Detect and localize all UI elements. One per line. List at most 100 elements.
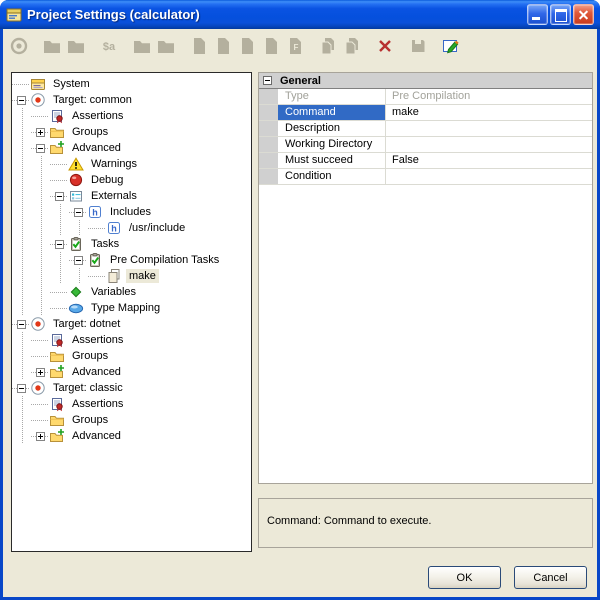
property-value[interactable]: False <box>386 153 592 168</box>
tree-guide <box>12 268 31 284</box>
expander-plus-icon[interactable] <box>36 368 45 377</box>
svg-text:h: h <box>111 224 117 234</box>
cancel-button[interactable]: Cancel <box>514 566 587 589</box>
paste-icon <box>342 36 362 59</box>
assertions-icon <box>49 332 65 348</box>
tree-item-target-classic[interactable]: Target: classic <box>12 380 251 396</box>
property-row-must-succeed[interactable]: Must succeedFalse <box>259 153 592 169</box>
new-subgroup-button <box>64 35 88 59</box>
collapse-category-icon[interactable] <box>263 76 272 85</box>
tree-item-label: Advanced <box>69 429 124 443</box>
tree-item-target-common[interactable]: Target: common <box>12 92 251 108</box>
tree-item-target-dotnet[interactable]: Target: dotnet <box>12 316 251 332</box>
category-row-general[interactable]: General <box>259 73 592 89</box>
property-value[interactable]: Pre Compilation <box>386 89 592 104</box>
close-button[interactable] <box>573 4 594 25</box>
tree-item-debug[interactable]: Debug <box>12 172 251 188</box>
tree-item-groups[interactable]: Groups <box>12 348 251 364</box>
row-margin <box>259 121 278 136</box>
tree-item-advanced[interactable]: Advanced <box>12 428 251 444</box>
tree-item-type-mapping[interactable]: Type Mapping <box>12 300 251 316</box>
tree-guide <box>31 236 50 252</box>
edit-button[interactable] <box>439 35 463 59</box>
system-icon <box>30 76 46 92</box>
tree-item-assertions[interactable]: Assertions <box>12 332 251 348</box>
property-row-condition[interactable]: Condition <box>259 169 592 185</box>
tree-item-groups[interactable]: Groups <box>12 124 251 140</box>
property-row-command[interactable]: Commandmake <box>259 105 592 121</box>
property-row-type[interactable]: TypePre Compilation <box>259 89 592 105</box>
tree-item-make[interactable]: make <box>12 268 251 284</box>
row-margin <box>259 137 278 152</box>
tree-item-externals[interactable]: Externals <box>12 188 251 204</box>
minimize-button[interactable] <box>527 4 548 25</box>
assertions-icon <box>49 396 65 412</box>
expander-minus-icon[interactable] <box>17 384 26 393</box>
tree-connector <box>31 332 49 348</box>
expander-plus-icon[interactable] <box>36 432 45 441</box>
property-row-description[interactable]: Description <box>259 121 592 137</box>
tree-item-label: Pre Compilation Tasks <box>107 253 222 267</box>
tree-connector <box>50 236 68 252</box>
tree-item-includes[interactable]: hIncludes <box>12 204 251 220</box>
expander-minus-icon[interactable] <box>74 208 83 217</box>
tree-connector <box>31 428 49 444</box>
folder-icon <box>49 348 65 364</box>
property-value[interactable] <box>386 169 592 184</box>
tree-item-variables[interactable]: Variables <box>12 284 251 300</box>
tree-item-label: Tasks <box>88 237 122 251</box>
tree-item-pre-compilation-tasks[interactable]: Pre Compilation Tasks <box>12 252 251 268</box>
tree-item-label: Groups <box>69 413 111 427</box>
row-margin <box>259 105 278 120</box>
tree-item-system[interactable]: System <box>12 76 251 92</box>
tree-item-groups[interactable]: Groups <box>12 412 251 428</box>
new-group-button <box>40 35 64 59</box>
expander-minus-icon[interactable] <box>17 96 26 105</box>
tree-item-usr-include[interactable]: h/usr/include <box>12 220 251 236</box>
tree-guide <box>12 412 31 428</box>
titlebar: Project Settings (calculator) <box>0 0 600 29</box>
expander-minus-icon[interactable] <box>17 320 26 329</box>
tree-connector <box>88 220 106 236</box>
expander-plus-icon[interactable] <box>36 128 45 137</box>
tree-item-warnings[interactable]: Warnings <box>12 156 251 172</box>
tree-item-label: Type Mapping <box>88 301 163 315</box>
property-row-working-directory[interactable]: Working Directory <box>259 137 592 153</box>
property-value[interactable] <box>386 121 592 136</box>
tree-connector <box>31 348 49 364</box>
tree-connector <box>50 188 68 204</box>
delete-button[interactable] <box>373 35 397 59</box>
ok-button[interactable]: OK <box>428 566 501 589</box>
tree-item-label: System <box>50 77 93 91</box>
tree-guide <box>69 220 88 236</box>
tree-item-label: Variables <box>88 285 139 299</box>
tree-item-label: Assertions <box>69 333 126 347</box>
property-value[interactable] <box>386 137 592 152</box>
tree-connector <box>31 364 49 380</box>
tree-item-label: Advanced <box>69 365 124 379</box>
hfile-icon: h <box>87 204 103 220</box>
new-group-icon <box>42 36 62 59</box>
tree-connector <box>31 124 49 140</box>
tree-item-label: make <box>126 269 159 283</box>
tree-item-assertions[interactable]: Assertions <box>12 108 251 124</box>
tree-guide <box>12 140 31 156</box>
expander-minus-icon[interactable] <box>55 240 64 249</box>
tree-item-advanced[interactable]: Advanced <box>12 364 251 380</box>
tree-item-tasks[interactable]: Tasks <box>12 236 251 252</box>
expander-minus-icon[interactable] <box>55 192 64 201</box>
maximize-button[interactable] <box>550 4 571 25</box>
folderplus-icon <box>49 140 65 156</box>
tree-item-advanced[interactable]: Advanced <box>12 140 251 156</box>
new-subgroup-icon <box>66 36 86 59</box>
tree-item-assertions[interactable]: Assertions <box>12 396 251 412</box>
tree-guide <box>12 348 31 364</box>
property-value[interactable]: make <box>386 105 592 120</box>
expander-minus-icon[interactable] <box>74 256 83 265</box>
property-help-panel: Command: Command to execute. <box>258 498 593 548</box>
tree-guide <box>12 332 31 348</box>
tree-guide <box>12 236 31 252</box>
new-variable-icon: $a <box>99 36 119 59</box>
expander-minus-icon[interactable] <box>36 144 45 153</box>
tree-connector <box>69 204 87 220</box>
